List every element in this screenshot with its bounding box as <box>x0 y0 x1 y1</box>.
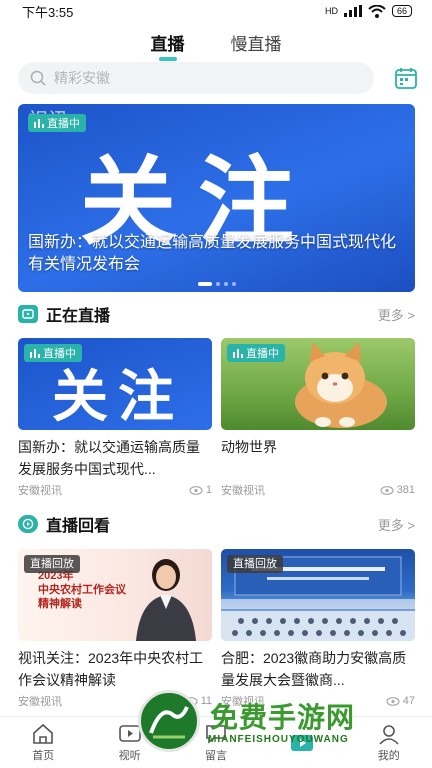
live-card[interactable]: 直播中 动物世界 安徽视讯 381 <box>221 338 415 498</box>
status-time: 下午3:55 <box>22 4 74 20</box>
tab-live[interactable]: 直播 <box>151 30 185 61</box>
calendar-icon[interactable] <box>394 66 418 90</box>
banner-pagination <box>18 282 415 286</box>
top-tabs: 直播 慢直播 <box>0 30 432 61</box>
watermark-subtext: MIANFEISHOUYOUWANG <box>208 734 349 745</box>
watermark-logo <box>138 690 200 752</box>
replay-section-header: 直播回看 更多 > <box>18 512 415 536</box>
replay-more-link[interactable]: 更多 > <box>378 515 415 534</box>
status-indicators: HD 66 <box>324 4 412 18</box>
live-section-title: 正在直播 <box>18 302 110 326</box>
banner-caption: 国新办：就以交通运输高质量发展服务中国式现代化有关情况发布会 <box>28 234 397 273</box>
card-title: 合肥：2023徽商助力安徽高质量发展大会暨徽商... <box>221 650 407 688</box>
live-section-header: 正在直播 更多 > <box>18 302 415 326</box>
replay-section-title: 直播回看 <box>18 512 110 536</box>
search-icon <box>30 70 46 86</box>
live-badge: 直播中 <box>24 344 82 362</box>
signal-icon <box>343 5 362 17</box>
replay-badge: 直播回放 <box>227 555 283 573</box>
live-bars-icon <box>233 349 243 358</box>
chevron-right-icon: > <box>407 307 415 323</box>
search-row: 精彩安徽 <box>18 62 418 94</box>
card-views: 1 <box>189 482 212 498</box>
search-placeholder: 精彩安徽 <box>54 70 110 86</box>
live-bars-icon <box>34 119 44 128</box>
card-source: 安徽视讯 <box>18 696 62 708</box>
home-icon <box>33 723 53 744</box>
presenter-image <box>136 559 196 641</box>
thumbnail-line: 精神解读 <box>38 598 82 610</box>
tab-slow-live[interactable]: 慢直播 <box>231 30 282 61</box>
status-bar: 下午3:55 HD 66 <box>0 0 432 22</box>
hero-banner[interactable]: 视讯 关注 直播中 国新办：就以交通运输高质量发展服务中国式现代化有关情况发布会 <box>18 104 415 292</box>
live-badge-label: 直播中 <box>246 348 279 360</box>
live-badge-label: 直播中 <box>47 118 80 130</box>
site-watermark: 免费手游网 MIANFEISHOUYOUWANG <box>138 688 428 758</box>
pagination-dot <box>231 282 236 286</box>
wifi-icon <box>368 4 386 18</box>
replay-section-label: 直播回看 <box>46 518 111 535</box>
watermark-logo-mark <box>149 706 189 739</box>
watermark-text: 免费手游网 <box>210 702 356 733</box>
pagination-dot <box>223 282 228 286</box>
live-section-label: 正在直播 <box>46 308 111 325</box>
replay-badge: 直播回放 <box>24 555 80 573</box>
pagination-dot <box>215 282 220 286</box>
live-more-label: 更多 <box>377 307 404 323</box>
card-title: 动物世界 <box>221 439 277 455</box>
replay-card-thumbnail: 直播回放 <box>221 549 415 641</box>
view-count: 381 <box>396 484 415 496</box>
view-count: 1 <box>205 484 212 496</box>
card-title: 视讯关注：2023年中央农村工作会议精神解读 <box>18 650 204 688</box>
replay-icon <box>18 515 38 533</box>
chevron-right-icon: > <box>407 517 415 533</box>
network-label: HD <box>324 6 338 16</box>
replay-card[interactable]: 直播回放 合肥：2023徽商助力安徽高质量发展大会暨徽商... 安徽视讯 47 <box>221 549 415 709</box>
live-bars-icon <box>30 349 40 358</box>
replay-card[interactable]: 2023年 中央农村工作会议 精神解读 直播回放 视讯关注：2023年中央农村工… <box>18 549 212 709</box>
battery-indicator: 66 <box>391 5 412 17</box>
card-meta: 安徽视讯 381 <box>221 482 415 498</box>
pagination-dot-active <box>197 282 212 286</box>
live-badge-label: 直播中 <box>43 348 76 360</box>
replay-card-thumbnail: 2023年 中央农村工作会议 精神解读 直播回放 <box>18 549 212 641</box>
thumbnail-headline: 关注 <box>52 365 184 430</box>
eye-icon <box>380 485 394 495</box>
card-views: 381 <box>380 482 415 498</box>
live-card-thumbnail: 直播中 <box>221 338 415 430</box>
live-card[interactable]: 关注 直播中 国新办：就以交通运输高质量发展服务中国式现代... 安徽视讯 1 <box>18 338 212 498</box>
card-source: 安徽视讯 <box>18 485 62 497</box>
tv-icon <box>18 305 38 323</box>
live-badge: 直播中 <box>227 344 285 362</box>
card-source: 安徽视讯 <box>221 485 265 497</box>
live-card-thumbnail: 关注 直播中 <box>18 338 212 430</box>
thumbnail-line: 中央农村工作会议 <box>38 584 126 596</box>
nav-home[interactable]: 首页 <box>13 723 73 763</box>
live-more-link[interactable]: 更多 > <box>378 305 415 324</box>
thumbnail-text: 2023年 中央农村工作会议 精神解读 <box>38 569 126 611</box>
replay-more-label: 更多 <box>377 517 404 533</box>
card-meta: 安徽视讯 1 <box>18 482 212 498</box>
search-input[interactable]: 精彩安徽 <box>18 62 374 94</box>
eye-icon <box>189 485 203 495</box>
live-badge: 直播中 <box>28 114 86 132</box>
nav-home-label: 首页 <box>32 749 55 762</box>
card-title: 国新办：就以交通运输高质量发展服务中国式现代... <box>18 439 200 477</box>
